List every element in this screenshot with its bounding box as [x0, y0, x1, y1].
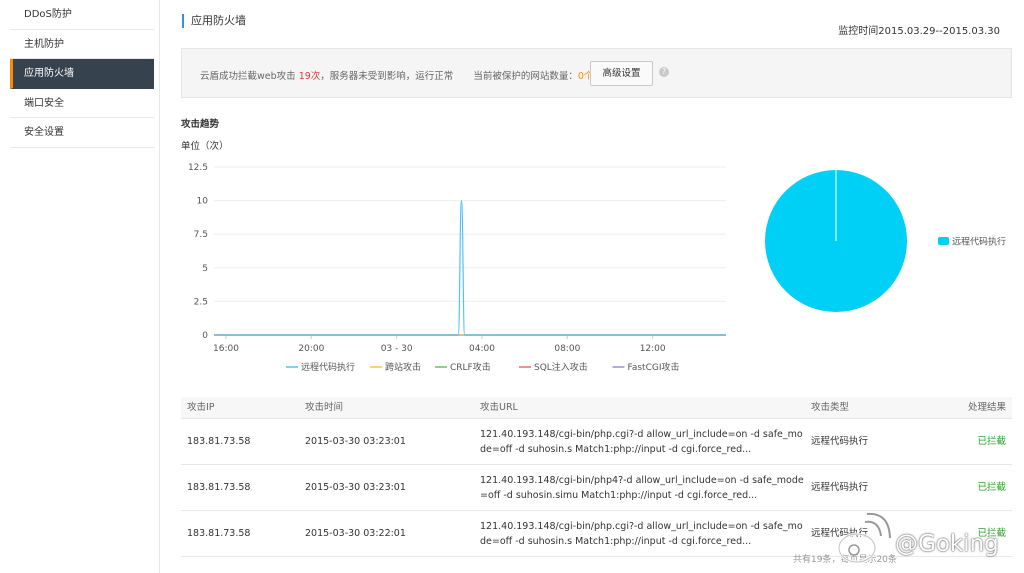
sidebar: DDoS防护 主机防护 应用防火墙 端口安全 安全设置 [0, 0, 160, 573]
x-tick-label: 12:00 [640, 344, 666, 354]
x-tick-label: 20:00 [298, 344, 324, 354]
y-tick-label: 5 [202, 264, 208, 274]
col-header-time: 攻击时间 [305, 402, 344, 413]
cell-ip: 183.81.73.58 [187, 436, 251, 447]
x-tick-label: 08:00 [554, 344, 580, 354]
cell-url: 121.40.193.148/cgi-bin/php.cgi?-d allow_… [480, 521, 803, 547]
y-tick-label: 2.5 [194, 297, 208, 307]
legend-entry: FastCGI攻击 [628, 361, 680, 373]
attack-trend-chart: 0 2.5 5 7.5 10 12.5 16:00 20:00 03 - 30 04:00 08:0… [188, 163, 726, 373]
notice-prefix: 云盾成功拦截web攻击 [200, 71, 296, 82]
cell-ip: 183.81.73.58 [187, 482, 251, 493]
cell-ip: 183.81.73.58 [187, 528, 251, 539]
protected-label: 当前被保护的网站数量： [473, 71, 578, 82]
sidebar-item-host[interactable]: 主机防护 [10, 30, 154, 59]
notice-text: 云盾成功拦截web攻击 19次，服务器未受到影响，运行正常 当前被保护的网站数量… [200, 68, 593, 82]
sidebar-nav: DDoS防护 主机防护 应用防火墙 端口安全 安全设置 [10, 0, 154, 148]
section-title-trend: 攻击趋势 [181, 119, 220, 130]
notice-middle: ，服务器未受到影响，运行正常 [320, 71, 454, 82]
cell-result: 已拦截 [977, 482, 1006, 493]
col-header-result: 处理结果 [967, 402, 1006, 413]
cell-type: 远程代码执行 [811, 482, 869, 493]
y-tick-label: 0 [202, 331, 208, 341]
col-header-type: 攻击类型 [811, 402, 850, 413]
table-header: 攻击IP 攻击时间 攻击URL 攻击类型 处理结果 [181, 397, 1012, 419]
y-tick-label: 7.5 [194, 230, 208, 240]
cell-url: 121.40.193.148/cgi-bin/php.cgi?-d allow_… [480, 429, 803, 455]
cell-time: 2015-03-30 03:23:01 [305, 482, 406, 493]
page-title: 应用防火墙 [182, 14, 246, 28]
cell-time: 2015-03-30 03:23:01 [305, 436, 406, 447]
cell-url: 121.40.193.148/cgi-bin/php4?-d allow_url… [480, 475, 804, 501]
question-icon[interactable]: ? [659, 67, 669, 77]
y-tick-label: 10 [197, 197, 209, 207]
watermark-text: @Goking [895, 531, 999, 557]
sidebar-item-ddos[interactable]: DDoS防护 [10, 0, 154, 30]
sidebar-item-port[interactable]: 端口安全 [10, 89, 154, 118]
legend-entry: 跨站攻击 [385, 361, 421, 373]
cell-time: 2015-03-30 03:22:01 [305, 528, 406, 539]
cell-type: 远程代码执行 [811, 436, 869, 447]
status-notice: 云盾成功拦截web攻击 19次，服务器未受到影响，运行正常 当前被保护的网站数量… [181, 48, 1012, 98]
x-tick-label: 16:00 [213, 344, 239, 354]
advanced-settings-button[interactable]: 高级设置 [590, 61, 653, 86]
sidebar-item-waf[interactable]: 应用防火墙 [10, 59, 154, 89]
legend-entry: 远程代码执行 [301, 361, 355, 373]
sidebar-item-settings[interactable]: 安全设置 [10, 118, 154, 148]
col-header-ip: 攻击IP [187, 402, 215, 413]
cell-result: 已拦截 [977, 436, 1006, 447]
attack-type-pie-chart: 远程代码执行 [765, 170, 1006, 312]
pie-legend-swatch [938, 237, 949, 245]
legend-entry: SQL注入攻击 [534, 361, 588, 373]
legend-entry: CRLF攻击 [450, 361, 491, 373]
col-header-url: 攻击URL [480, 402, 518, 413]
attack-count: 19次 [298, 71, 321, 82]
pie-legend-entry: 远程代码执行 [952, 236, 1006, 248]
x-tick-label: 03 - 30 [381, 344, 413, 354]
table-row: 183.81.73.58 2015-03-30 03:23:01 121.40.… [181, 419, 1012, 465]
x-tick-label: 04:00 [469, 344, 495, 354]
monitor-time: 监控时间2015.03.29--2015.03.30 [838, 26, 1000, 37]
table-row: 183.81.73.58 2015-03-30 03:23:01 121.40.… [181, 465, 1012, 511]
y-tick-label: 12.5 [188, 163, 208, 173]
unit-label: 单位（次） [181, 141, 229, 152]
